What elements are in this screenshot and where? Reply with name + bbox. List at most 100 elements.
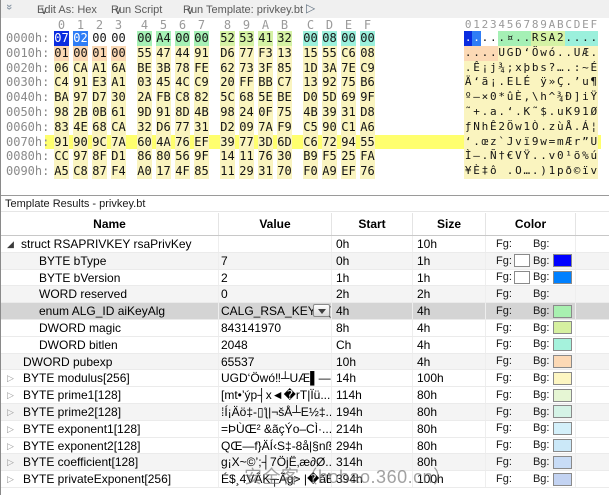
ascii-char[interactable]: ; <box>506 61 514 76</box>
template-row[interactable]: ▷BYTE exponent1[128]=ÞÙŒ² &ãçÝo–CÌ·...21… <box>1 421 609 438</box>
ascii-char[interactable]: Ö <box>531 46 539 61</box>
ascii-char[interactable]: K <box>523 105 531 120</box>
ascii-char[interactable]: U <box>498 46 506 61</box>
ascii-char[interactable]: v <box>514 135 522 150</box>
hex-byte[interactable]: BE <box>137 61 152 76</box>
ascii-char[interactable]: . <box>514 105 522 120</box>
hex-byte[interactable]: 7A <box>111 135 126 150</box>
ascii-char[interactable]: … <box>523 164 531 179</box>
ascii-char[interactable]: . <box>548 105 556 120</box>
ascii-char[interactable]: ¡ <box>481 61 489 76</box>
hex-byte[interactable]: 06 <box>54 61 69 76</box>
hex-byte[interactable]: 9C <box>92 135 107 150</box>
hex-byte[interactable]: 31 <box>258 164 273 179</box>
ascii-char[interactable]: $ <box>539 105 547 120</box>
tree-expand-icon[interactable]: ▷ <box>7 421 14 437</box>
ascii-char[interactable]: U <box>573 46 581 61</box>
ascii-char[interactable]: . <box>565 61 573 76</box>
hex-byte[interactable]: 00 <box>92 31 107 46</box>
ascii-char[interactable]: u <box>581 75 589 90</box>
ascii-char[interactable]: ” <box>581 135 589 150</box>
hex-byte[interactable]: BA <box>54 90 69 105</box>
ascii-char[interactable]: œ <box>481 135 489 150</box>
ascii-char[interactable]: . <box>590 46 598 61</box>
ascii-char[interactable]: u <box>556 105 564 120</box>
ascii-char[interactable]: . <box>581 31 589 46</box>
hex-byte[interactable]: 6A <box>111 61 126 76</box>
hex-byte[interactable]: 5E <box>258 90 273 105</box>
ascii-char[interactable]: G <box>506 46 514 61</box>
hex-byte[interactable]: 73 <box>239 61 254 76</box>
ascii-char[interactable]: ï <box>581 164 589 179</box>
ascii-char[interactable]: . <box>506 164 514 179</box>
hex-byte[interactable]: 70 <box>277 164 292 179</box>
hex-byte[interactable]: F3 <box>258 46 273 61</box>
hex-byte[interactable]: 0B <box>92 105 107 120</box>
ascii-char[interactable]: 2 <box>556 31 564 46</box>
hex-byte[interactable]: 00 <box>175 31 190 46</box>
hex-byte[interactable]: 77 <box>239 46 254 61</box>
hex-byte[interactable]: 82 <box>194 90 209 105</box>
tree-expand-icon[interactable]: ▷ <box>7 438 14 454</box>
hex-byte[interactable]: B9 <box>303 149 318 164</box>
ascii-char[interactable]: 0 <box>489 90 497 105</box>
hex-byte[interactable]: 72 <box>322 135 337 150</box>
hex-byte[interactable]: FA <box>360 149 375 164</box>
ascii-char[interactable]: w <box>539 135 547 150</box>
hex-byte[interactable]: 94 <box>341 135 356 150</box>
hex-byte[interactable]: 30 <box>277 149 292 164</box>
ascii-char[interactable]: 1 <box>581 105 589 120</box>
ascii-char[interactable] <box>498 164 506 179</box>
hex-byte[interactable]: 00 <box>137 31 152 46</box>
hex-byte[interactable]: F5 <box>322 149 337 164</box>
ascii-char[interactable]: ð <box>565 164 573 179</box>
template-row[interactable]: ▷BYTE prime1[128][mt•’ýp┤x◄�rT|Ïü......1… <box>1 387 609 404</box>
hex-byte[interactable]: 9F <box>194 149 209 164</box>
ascii-char[interactable]: † <box>498 149 506 164</box>
ascii-char[interactable]: õ <box>573 149 581 164</box>
hex-byte[interactable]: C1 <box>341 120 356 135</box>
hex-byte[interactable]: 13 <box>277 46 292 61</box>
hex-byte[interactable]: C9 <box>194 75 209 90</box>
hex-byte[interactable]: 30 <box>111 90 126 105</box>
hex-byte[interactable]: 09 <box>239 120 254 135</box>
hex-byte[interactable]: 75 <box>341 75 356 90</box>
ascii-char[interactable]: Æ <box>581 46 589 61</box>
ascii-char[interactable]: ˜ <box>531 105 539 120</box>
ascii-char[interactable]: È <box>472 164 480 179</box>
ascii-char[interactable]: 1 <box>523 120 531 135</box>
ascii-char[interactable]: 9 <box>531 135 539 150</box>
ascii-char[interactable]: v <box>548 149 556 164</box>
ascii-char[interactable]: V <box>514 149 522 164</box>
hex-byte[interactable]: 86 <box>137 149 152 164</box>
ascii-char[interactable]: 1 <box>548 164 556 179</box>
ascii-char[interactable]: ‘ <box>523 46 531 61</box>
hex-byte[interactable]: 91 <box>73 75 88 90</box>
hex-byte[interactable]: 6D <box>277 135 292 150</box>
hex-byte[interactable]: 00 <box>303 31 318 46</box>
hex-byte[interactable]: F4 <box>111 164 126 179</box>
ascii-char[interactable]: J <box>506 135 514 150</box>
ascii-char[interactable]: € <box>506 149 514 164</box>
hex-byte[interactable]: 8F <box>92 149 107 164</box>
hex-byte[interactable]: 3A <box>322 61 337 76</box>
hex-byte[interactable]: 98 <box>220 105 235 120</box>
hex-byte[interactable]: C6 <box>303 135 318 150</box>
ascii-char[interactable]: K <box>565 105 573 120</box>
ascii-char[interactable]: … <box>556 61 564 76</box>
hex-byte[interactable]: 00 <box>73 46 88 61</box>
ascii-char[interactable]: ï <box>523 135 531 150</box>
ascii-char[interactable]: . <box>481 105 489 120</box>
hex-byte[interactable]: 52 <box>220 31 235 46</box>
hex-byte[interactable]: 92 <box>322 75 337 90</box>
ascii-char[interactable]: z <box>489 135 497 150</box>
ascii-char[interactable]: É <box>523 75 531 90</box>
hex-byte[interactable]: 77 <box>239 135 254 150</box>
ascii-char[interactable]: + <box>472 105 480 120</box>
hex-byte[interactable]: 00 <box>194 31 209 46</box>
hex-byte[interactable]: 68 <box>92 120 107 135</box>
hex-byte[interactable]: 55 <box>322 46 337 61</box>
hex-byte[interactable]: EF <box>341 164 356 179</box>
ascii-char[interactable]: % <box>581 149 589 164</box>
ascii-char[interactable]: . <box>565 46 573 61</box>
